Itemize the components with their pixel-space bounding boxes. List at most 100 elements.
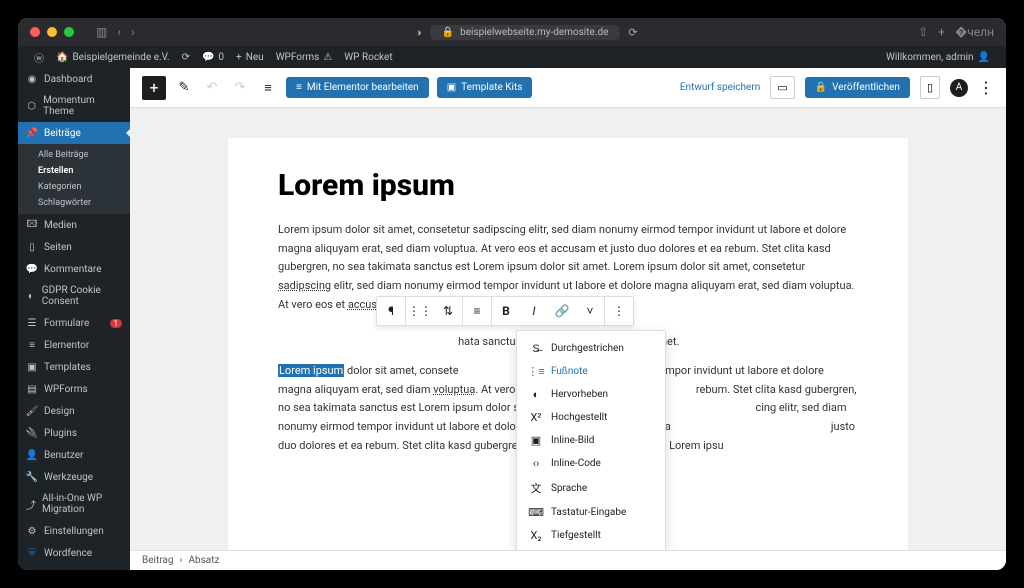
- close-window-icon[interactable]: [30, 27, 40, 37]
- maximize-window-icon[interactable]: [64, 27, 74, 37]
- sidebar-item-comments[interactable]: 💬Kommentare: [18, 258, 130, 280]
- dd-superscript[interactable]: X²Hochgestellt: [517, 406, 665, 429]
- template-icon: ▣: [447, 82, 456, 93]
- breadcrumb-paragraph[interactable]: Absatz: [189, 555, 220, 566]
- dashboard-icon: ◉: [26, 73, 38, 85]
- comments-link[interactable]: 💬 0: [196, 52, 230, 63]
- plugin-icon: 🔌: [26, 427, 38, 439]
- sidebar-item-posts[interactable]: 📌Beiträge: [18, 122, 130, 144]
- breadcrumb: Beitrag › Absatz: [130, 550, 1006, 570]
- italic-icon[interactable]: I: [520, 297, 548, 325]
- paragraph-type-icon[interactable]: ¶: [377, 297, 405, 325]
- elementor-button[interactable]: ≡Mit Elementor bearbeiten: [286, 77, 429, 98]
- share-icon[interactable]: ⇧: [918, 25, 928, 39]
- gear-icon: ⚙: [26, 525, 38, 537]
- dd-inline-code[interactable]: ‹›Inline-Code: [517, 452, 665, 475]
- nav-forward-icon[interactable]: ›: [131, 25, 135, 39]
- more-format-icon[interactable]: ˅: [576, 297, 604, 325]
- sidebar-item-tools[interactable]: 🔧Werkzeuge: [18, 466, 130, 488]
- tabs-icon[interactable]: �челн: [955, 25, 994, 39]
- dd-keyboard[interactable]: ⌨Tastatur-Eingabe: [517, 501, 665, 524]
- sidebar-sub-create[interactable]: Erstellen: [18, 163, 130, 179]
- bold-icon[interactable]: B: [492, 297, 520, 325]
- edit-tool-icon[interactable]: ✎: [174, 78, 194, 98]
- dd-inline-image[interactable]: ▣Inline-Bild: [517, 429, 665, 452]
- move-updown-icon[interactable]: ⇅: [434, 297, 462, 325]
- shield-icon[interactable]: ◑: [415, 26, 422, 39]
- sidebar-item-elementor[interactable]: ≡Elementor: [18, 334, 130, 356]
- sidebar-item-media[interactable]: 🖾Medien: [18, 214, 130, 236]
- redo-icon[interactable]: ↷: [230, 78, 250, 98]
- sidebar-item-forms[interactable]: ☰Formulare1: [18, 312, 130, 334]
- post-title[interactable]: Lorem ipsum: [278, 168, 858, 203]
- breadcrumb-post[interactable]: Beitrag: [142, 555, 173, 566]
- superscript-icon: X²: [529, 411, 543, 424]
- sidebar-item-pages[interactable]: ▯Seiten: [18, 236, 130, 258]
- image-icon: ▣: [529, 434, 543, 447]
- wpforms-icon: ▤: [26, 383, 38, 395]
- dd-highlight[interactable]: ◐Hervorheben: [517, 383, 665, 406]
- template-kits-button[interactable]: ▣Template Kits: [437, 77, 533, 98]
- wp-logo-icon[interactable]: ⓦ: [28, 50, 50, 65]
- settings-panel-icon[interactable]: ▯: [920, 76, 940, 99]
- sidebar-item-settings[interactable]: ⚙Einstellungen: [18, 520, 130, 542]
- sidebar-item-postsmtp[interactable]: ✉Post SMTP: [18, 564, 130, 570]
- nav-back-icon[interactable]: ‹: [117, 25, 121, 39]
- shield-icon: ⛨: [26, 547, 38, 559]
- elementor-icon: ≡: [26, 339, 38, 351]
- dd-subscript[interactable]: X₂Tiefgestellt: [517, 524, 665, 547]
- site-link[interactable]: 🏠 Beispielgemeinde e.V.: [50, 52, 176, 63]
- elementor-icon: ≡: [296, 82, 302, 93]
- sidebar-item-dashboard[interactable]: ◉Dashboard: [18, 68, 130, 90]
- publish-button[interactable]: 🔒Veröffentlichen: [805, 77, 910, 98]
- undo-icon[interactable]: ↶: [202, 78, 222, 98]
- wpforms-link[interactable]: WPForms ⚠: [270, 52, 339, 63]
- add-block-button[interactable]: +: [142, 76, 166, 100]
- link-icon[interactable]: 🔗: [548, 297, 576, 325]
- keyboard-icon: ⌨: [529, 506, 543, 519]
- more-options-icon[interactable]: ⋮: [978, 78, 994, 97]
- editor-canvas: Lorem ipsum Lorem ipsum dolor sit amet, …: [130, 108, 1006, 550]
- sidebar-item-theme[interactable]: ⬡Momentum Theme: [18, 90, 130, 122]
- wprocket-link[interactable]: WP Rocket: [338, 52, 398, 63]
- astra-icon[interactable]: A: [950, 79, 968, 97]
- url-field[interactable]: 🔒 beispielwebseite.my-demosite.de: [430, 25, 621, 40]
- sidebar-item-plugins[interactable]: 🔌Plugins: [18, 422, 130, 444]
- preview-icon[interactable]: ▭: [770, 76, 794, 99]
- dd-strikethrough[interactable]: S̶Durchgestrichen: [517, 337, 665, 360]
- align-icon[interactable]: ≡: [463, 297, 491, 325]
- admin-sidebar: ◉Dashboard ⬡Momentum Theme 📌Beiträge All…: [18, 68, 130, 570]
- sidebar-item-users[interactable]: 👤Benutzer: [18, 444, 130, 466]
- editor-toolbar: + ✎ ↶ ↷ ≡ ≡Mit Elementor bearbeiten ▣Tem…: [130, 68, 1006, 108]
- sidebar-item-gdpr[interactable]: ◐GDPR Cookie Consent: [18, 280, 130, 312]
- save-draft-link[interactable]: Entwurf speichern: [680, 82, 760, 93]
- footnote-icon: ⋮≡: [529, 365, 543, 378]
- dd-footnote[interactable]: ⋮≡Fußnote: [517, 360, 665, 383]
- sidebar-item-wpforms[interactable]: ▤WPForms: [18, 378, 130, 400]
- welcome-link[interactable]: Willkommen, admin 👤: [880, 52, 996, 63]
- language-icon: 文: [529, 480, 543, 496]
- new-link[interactable]: + Neu: [230, 52, 270, 63]
- sidebar-item-templates[interactable]: ▣Templates: [18, 356, 130, 378]
- new-tab-icon[interactable]: +: [938, 25, 945, 39]
- media-icon: 🖾: [26, 219, 38, 231]
- theme-icon: ⬡: [26, 100, 37, 112]
- sidebar-sub-all-posts[interactable]: Alle Beiträge: [18, 147, 130, 163]
- updates-icon[interactable]: ⟳: [176, 52, 196, 63]
- subscript-icon: X₂: [529, 529, 543, 542]
- sidebar-toggle-icon[interactable]: ▥: [96, 25, 107, 39]
- sidebar-item-migration[interactable]: ⤴All-in-One WP Migration: [18, 488, 130, 520]
- sidebar-sub-tags[interactable]: Schlagwörter: [18, 195, 130, 211]
- outline-icon[interactable]: ≡: [258, 78, 278, 98]
- reload-icon[interactable]: ⟳: [628, 26, 637, 39]
- block-options-icon[interactable]: ⋮: [605, 297, 633, 325]
- dd-language[interactable]: 文Sprache: [517, 475, 665, 501]
- minimize-window-icon[interactable]: [47, 27, 57, 37]
- cookie-icon: ◐: [26, 290, 36, 302]
- sidebar-item-design[interactable]: 🖌Design: [18, 400, 130, 422]
- sidebar-sub-categories[interactable]: Kategorien: [18, 179, 130, 195]
- drag-handle-icon[interactable]: ⋮⋮: [406, 297, 434, 325]
- lock-icon: 🔒: [442, 27, 454, 38]
- sidebar-item-wordfence[interactable]: ⛨Wordfence: [18, 542, 130, 564]
- wrench-icon: 🔧: [26, 471, 38, 483]
